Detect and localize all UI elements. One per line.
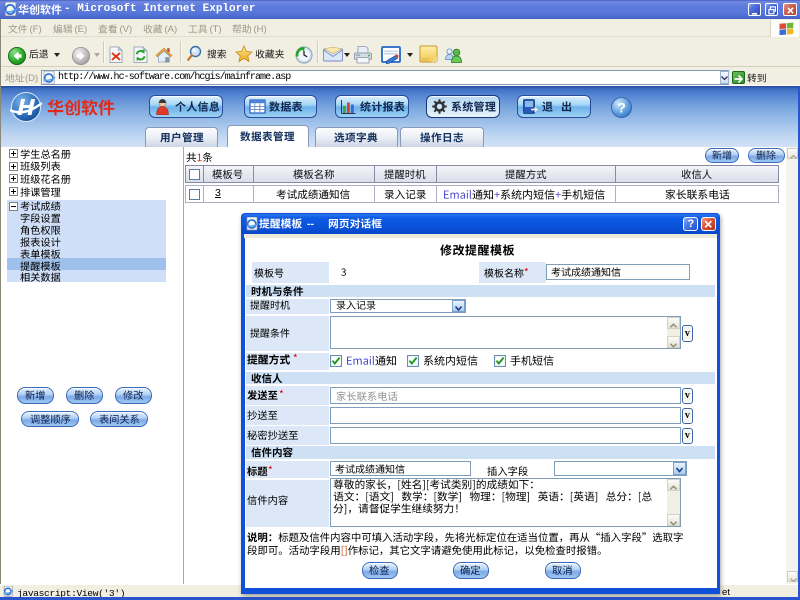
svg-text:?: ?: [617, 100, 626, 116]
